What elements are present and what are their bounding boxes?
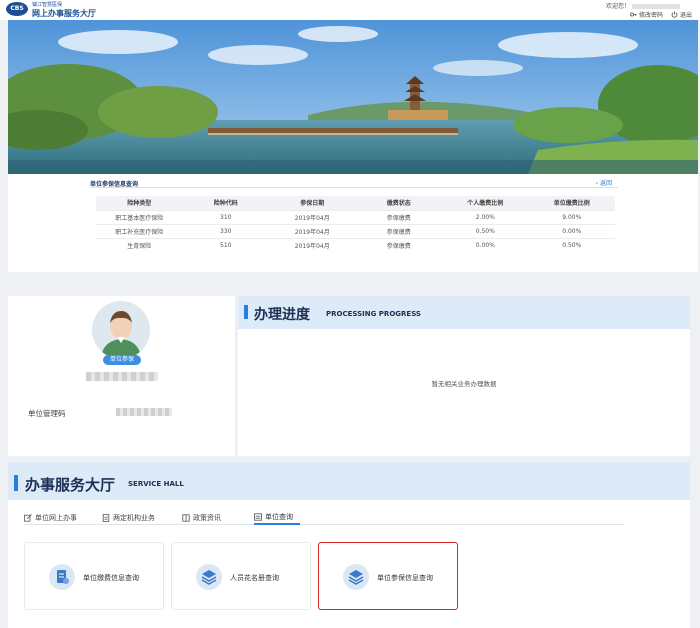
back-label: 返回 xyxy=(599,180,612,187)
welcome-text: 欢迎您！ xyxy=(606,1,680,10)
cell: 0.50% xyxy=(442,223,529,238)
profile-card: 单位参保 单位管理码 xyxy=(8,296,235,456)
avatar xyxy=(92,301,150,359)
top-header: CBS 镇江智慧医保 网上办事服务大厅 欢迎您！ 修改密码 退出 xyxy=(0,0,700,20)
tab-policy-news[interactable]: 政策资讯 xyxy=(182,511,254,525)
table-header-row: 险种类型 险种代码 参保日期 缴费状态 个人缴费比例 单位缴费比例 xyxy=(96,196,615,210)
manager-code-mask xyxy=(116,408,172,416)
payment-info-query-card[interactable]: 单位缴费信息查询 xyxy=(24,542,164,610)
service-hall-title: 办事服务大厅 xyxy=(25,476,116,494)
key-icon xyxy=(630,12,637,17)
brand-subtitle: 镇江智慧医保 xyxy=(32,2,63,8)
progress-header: 办理进度 PROCESSING PROGRESS xyxy=(238,296,690,329)
cell: 参保缴费 xyxy=(355,209,442,224)
progress-panel: 办理进度 PROCESSING PROGRESS 暂无相关业务办理数据 xyxy=(238,296,690,456)
change-password-label: 修改密码 xyxy=(638,12,663,19)
book-icon xyxy=(182,514,190,522)
col-personal-rate: 个人缴费比例 xyxy=(442,196,529,210)
cell: 2019年04月 xyxy=(269,223,356,238)
empty-state-text: 暂无相关业务办理数据 xyxy=(431,380,497,388)
title-accent xyxy=(244,305,248,319)
tab-unit-query[interactable]: 单位查询 xyxy=(254,511,300,525)
tab-label: 单位网上办事 xyxy=(35,514,77,522)
cell: 职工补充医疗保险 xyxy=(96,223,183,238)
payment-doc-icon xyxy=(49,564,75,590)
header-links: 修改密码 退出 xyxy=(630,10,692,19)
cell: 0.00% xyxy=(442,237,529,252)
cell: 参保缴费 xyxy=(355,237,442,252)
cell: 2019年04月 xyxy=(269,209,356,224)
col-enroll-date: 参保日期 xyxy=(269,196,356,210)
edit-icon xyxy=(24,514,32,522)
change-password-link[interactable]: 修改密码 xyxy=(630,10,663,19)
list-icon xyxy=(254,513,262,521)
enrollment-info-query-card[interactable]: 单位参保信息查询 xyxy=(318,542,458,610)
cell: 2019年04月 xyxy=(269,237,356,252)
table-row: 职工补充医疗保险 330 2019年04月 参保缴费 0.50% 0.00% xyxy=(96,223,615,238)
landscape-image xyxy=(8,20,698,174)
cell: 参保缴费 xyxy=(355,223,442,238)
document-icon xyxy=(102,514,110,522)
cell: 生育保险 xyxy=(96,237,183,252)
progress-title: 办理进度 xyxy=(254,307,310,323)
manager-code-label: 单位管理码 xyxy=(28,409,66,418)
logout-label: 退出 xyxy=(679,12,692,19)
roster-query-card[interactable]: 人员花名册查询 xyxy=(171,542,311,610)
tab-label: 政策资讯 xyxy=(193,514,221,522)
service-hall-title-en: SERVICE HALL xyxy=(128,480,184,488)
power-icon xyxy=(671,11,678,18)
logo[interactable]: CBS xyxy=(6,2,28,16)
service-hall-header: 办事服务大厅 SERVICE HALL xyxy=(8,462,690,500)
service-hall-panel: 办事服务大厅 SERVICE HALL 单位网上办事 两定机构业务 政策资讯 单… xyxy=(8,462,690,628)
card-label: 单位参保信息查询 xyxy=(377,574,433,582)
welcome-label: 欢迎您！ xyxy=(605,3,630,10)
card-label: 人员花名册查询 xyxy=(230,574,279,582)
divider xyxy=(90,187,618,188)
tab-label: 单位查询 xyxy=(265,513,293,521)
col-insurance-type: 险种类型 xyxy=(96,196,183,210)
stack-search-icon xyxy=(196,564,222,590)
service-tabs: 单位网上办事 两定机构业务 政策资讯 单位查询 xyxy=(24,511,624,525)
tab-label: 两定机构业务 xyxy=(113,514,155,522)
col-employer-rate: 单位缴费比例 xyxy=(528,196,615,210)
cell: 2.00% xyxy=(442,209,529,224)
cell: 0.00% xyxy=(528,223,615,238)
user-avatar-icon xyxy=(92,301,150,359)
cell: 9.00% xyxy=(528,209,615,224)
back-link[interactable]: ‹ 返回 xyxy=(596,178,612,187)
cell: 510 xyxy=(182,237,269,252)
brand-title[interactable]: 网上办事服务大厅 xyxy=(32,8,96,19)
progress-title-en: PROCESSING PROGRESS xyxy=(326,310,421,318)
hero-banner xyxy=(8,20,698,174)
tab-online-affairs[interactable]: 单位网上办事 xyxy=(24,511,102,525)
insurance-query-panel: 单位参保信息查询 ‹ 返回 险种类型 险种代码 参保日期 缴费状态 个人缴费比例… xyxy=(8,174,698,272)
title-accent xyxy=(14,475,18,491)
col-payment-status: 缴费状态 xyxy=(355,196,442,210)
card-label: 单位缴费信息查询 xyxy=(83,574,139,582)
unit-name-mask xyxy=(86,372,158,381)
table-row: 生育保险 510 2019年04月 参保缴费 0.00% 0.50% xyxy=(96,237,615,252)
table-row: 职工基本医疗保险 310 2019年04月 参保缴费 2.00% 9.00% xyxy=(96,209,615,224)
cell: 职工基本医疗保险 xyxy=(96,209,183,224)
cell: 310 xyxy=(182,209,269,224)
insurance-table: 险种类型 险种代码 参保日期 缴费状态 个人缴费比例 单位缴费比例 职工基本医疗… xyxy=(96,196,615,252)
logout-link[interactable]: 退出 xyxy=(671,10,692,19)
cell: 0.50% xyxy=(528,237,615,252)
cell: 330 xyxy=(182,223,269,238)
username-mask xyxy=(632,4,680,9)
col-insurance-code: 险种代码 xyxy=(182,196,269,210)
stack-search-icon xyxy=(343,564,369,590)
role-badge: 单位参保 xyxy=(103,355,141,365)
tab-designated-institutions[interactable]: 两定机构业务 xyxy=(102,511,182,525)
